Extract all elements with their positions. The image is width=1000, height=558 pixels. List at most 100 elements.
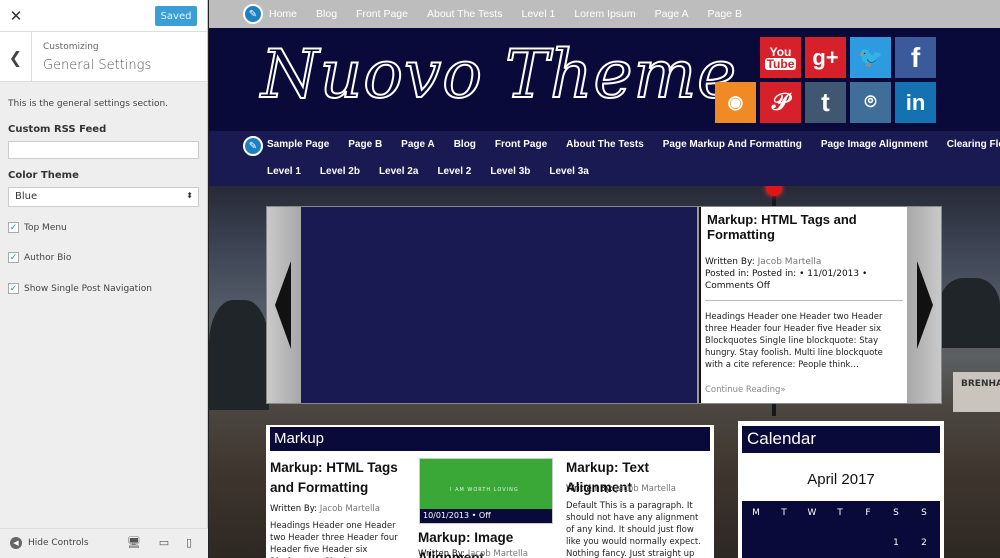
main-menu-item-about[interactable]: About The Tests <box>566 139 644 150</box>
customizer-topbar: ✕ Saved <box>0 0 207 32</box>
slider-next-button[interactable] <box>907 207 941 403</box>
thumbnail-meta: 10/01/2013 • Off <box>420 509 552 523</box>
author-link[interactable]: Jacob Martella <box>320 504 380 514</box>
main-menu-row-1: Sample Page Page B Page A Blog Front Pag… <box>267 139 1000 150</box>
google-plus-icon[interactable]: g+ <box>805 37 846 78</box>
main-menu-row-2: Level 1 Level 2b Level 2a Level 2 Level … <box>267 166 608 177</box>
main-menu-item-page-b[interactable]: Page B <box>348 139 382 150</box>
day-header: T <box>781 508 787 518</box>
edit-pencil-icon[interactable]: ✎ <box>243 136 263 156</box>
rss-icon[interactable]: ◉ <box>715 82 756 123</box>
post-meta: Written By: Jacob Martella <box>418 549 528 558</box>
calendar-grid: M T W T F S S 1 2 <box>742 501 940 558</box>
main-menu-item-page-a[interactable]: Page A <box>401 139 435 150</box>
markup-section: Markup Markup: HTML Tags and Formatting … <box>266 425 714 558</box>
top-menu: ✎ Home Blog Front Page About The Tests L… <box>209 0 1000 28</box>
main-menu-item-level-2a[interactable]: Level 2a <box>379 166 418 177</box>
author-bio-label: Author Bio <box>24 252 72 263</box>
slide-image[interactable] <box>301 207 697 403</box>
day-header: F <box>865 508 871 518</box>
top-menu-item-front-page[interactable]: Front Page <box>356 8 408 20</box>
checkbox-checked-icon[interactable]: ✓ <box>8 222 19 233</box>
post-meta: Written By: Jacob Martella <box>566 484 676 494</box>
featured-slider: Markup: HTML Tags and Formatting Written… <box>266 206 942 404</box>
main-menu-item-image-alignment[interactable]: Page Image Alignment <box>821 139 928 150</box>
checkbox-checked-icon[interactable]: ✓ <box>8 283 19 294</box>
arrow-left-icon <box>275 261 291 349</box>
saved-button[interactable]: Saved <box>155 6 197 26</box>
slide-post-meta: Written By: Jacob Martella Posted in: Po… <box>705 256 903 292</box>
calendar-widget: Calendar April 2017 M T W T F S S 1 2 <box>738 421 944 558</box>
author-link[interactable]: Jacob Martella <box>758 257 822 267</box>
color-theme-select[interactable]: Blue ⬍ <box>8 187 199 207</box>
top-menu-item-level-1[interactable]: Level 1 <box>521 8 555 20</box>
day-header: M <box>752 508 760 518</box>
main-menu-item-level-3b[interactable]: Level 3b <box>490 166 530 177</box>
top-menu-item-blog[interactable]: Blog <box>316 8 337 20</box>
youtube-icon[interactable]: You Tube <box>760 37 801 78</box>
checkbox-checked-icon[interactable]: ✓ <box>8 252 19 263</box>
written-by-label: Written By: <box>566 484 613 494</box>
customizer-panel: ✕ Saved ❮ Customizing General Settings T… <box>0 0 208 558</box>
calendar-day: 1 <box>893 538 899 548</box>
main-menu-item-front-page[interactable]: Front Page <box>495 139 547 150</box>
author-bio-checkbox[interactable]: ✓ Author Bio <box>8 252 71 263</box>
main-menu-item-level-2b[interactable]: Level 2b <box>320 166 360 177</box>
markup-heading: Markup <box>270 427 710 451</box>
post-thumbnail[interactable]: I AM WORTH LOVING 10/01/2013 • Off <box>419 458 553 524</box>
post-title[interactable]: Markup: HTML Tags and Formatting <box>270 458 410 498</box>
post-excerpt: Headings Header one Header two Header th… <box>270 521 398 558</box>
main-menu-item-clearing-floats[interactable]: Clearing Floats <box>947 139 1000 150</box>
instagram-icon[interactable]: ⌾ <box>850 82 891 123</box>
calendar-day: 2 <box>921 538 927 548</box>
background-tree <box>939 278 1000 348</box>
top-menu-item-about[interactable]: About The Tests <box>427 8 503 20</box>
mobile-icon[interactable]: ▯ <box>182 536 196 550</box>
thumbnail-caption: I AM WORTH LOVING <box>450 487 519 493</box>
site-header: Nuovo Theme You Tube g+ 🐦 f ◉ 𝒫 t ⌾ in <box>209 28 1000 131</box>
pinterest-icon[interactable]: 𝒫 <box>760 82 801 123</box>
top-menu-item-page-a[interactable]: Page A <box>655 8 689 20</box>
rss-feed-input[interactable] <box>8 141 199 159</box>
close-icon[interactable]: ✕ <box>0 0 32 32</box>
main-menu-item-level-1[interactable]: Level 1 <box>267 166 301 177</box>
day-header: W <box>807 508 817 518</box>
site-title[interactable]: Nuovo Theme <box>260 35 737 114</box>
top-menu-item-lorem-ipsum[interactable]: Lorem Ipsum <box>574 8 635 20</box>
single-post-nav-checkbox[interactable]: ✓ Show Single Post Navigation <box>8 283 152 294</box>
post-excerpt: Default This is a paragraph. It should n… <box>566 501 701 558</box>
author-link[interactable]: Jacob Martella <box>616 484 676 494</box>
slider-prev-button[interactable] <box>267 207 301 403</box>
back-chevron-icon[interactable]: ❮ <box>0 32 32 82</box>
customizer-footer: ◀ Hide Controls 🖥 ▭ ▯ <box>0 528 208 558</box>
main-menu: ✎ Sample Page Page B Page A Blog Front P… <box>209 131 1000 186</box>
main-menu-item-blog[interactable]: Blog <box>454 139 476 150</box>
continue-reading-link[interactable]: Continue Reading» <box>705 385 903 395</box>
hide-controls-button[interactable]: ◀ Hide Controls <box>10 537 89 549</box>
breadcrumb: Customizing <box>43 42 99 52</box>
slide-post-title[interactable]: Markup: HTML Tags and Formatting <box>707 212 903 242</box>
posted-in: Posted in: Posted in: • 11/01/2013 • Com… <box>705 269 868 291</box>
top-menu-checkbox[interactable]: ✓ Top Menu <box>8 222 67 233</box>
arrow-right-icon <box>917 261 933 349</box>
main-menu-item-markup[interactable]: Page Markup And Formatting <box>663 139 802 150</box>
desktop-icon[interactable]: 🖥 <box>127 536 141 550</box>
top-menu-item-home[interactable]: Home <box>269 8 297 20</box>
color-theme-label: Color Theme <box>8 170 79 181</box>
main-menu-item-level-3a[interactable]: Level 3a <box>549 166 588 177</box>
select-arrows-icon: ⬍ <box>186 191 193 200</box>
background-tree <box>209 300 269 410</box>
main-menu-item-sample-page[interactable]: Sample Page <box>267 139 329 150</box>
author-link[interactable]: Jacob Martella <box>468 549 528 558</box>
written-by-label: Written By: <box>270 504 317 514</box>
calendar-month: April 2017 <box>807 471 875 488</box>
edit-pencil-icon[interactable]: ✎ <box>243 4 263 24</box>
main-menu-item-level-2[interactable]: Level 2 <box>437 166 471 177</box>
twitter-icon[interactable]: 🐦 <box>850 37 891 78</box>
linkedin-icon[interactable]: in <box>895 82 936 123</box>
tablet-icon[interactable]: ▭ <box>157 536 171 550</box>
facebook-icon[interactable]: f <box>895 37 936 78</box>
top-menu-item-page-b[interactable]: Page B <box>708 8 742 20</box>
color-theme-value: Blue <box>15 191 38 202</box>
tumblr-icon[interactable]: t <box>805 82 846 123</box>
